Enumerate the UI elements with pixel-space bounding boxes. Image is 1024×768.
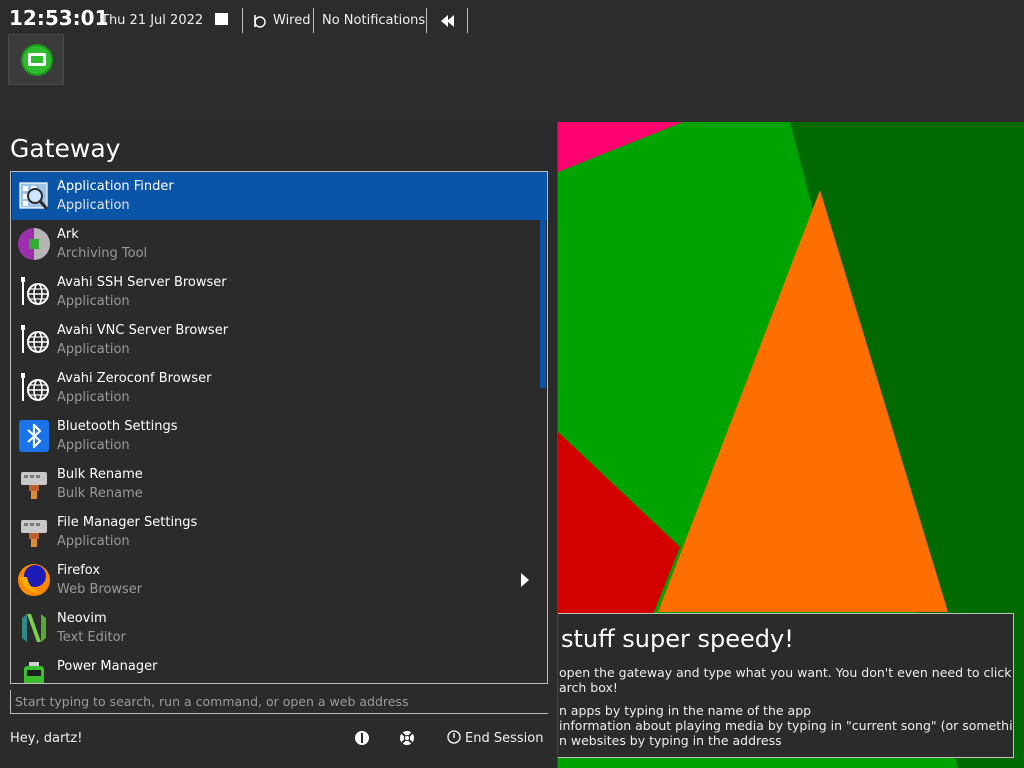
- item-category: Application: [57, 342, 130, 357]
- neovim-icon: [22, 614, 46, 642]
- item-name: Neovim: [57, 611, 107, 626]
- tips-card: stuff super speedy! open the gateway and…: [556, 613, 1014, 758]
- item-name: Bluetooth Settings: [57, 419, 178, 434]
- power-info-icon: [447, 730, 461, 744]
- help-lifebuoy-icon[interactable]: [399, 730, 415, 746]
- tips-line: n apps by typing in the name of the app: [559, 703, 812, 718]
- scrollbar[interactable]: [540, 220, 546, 388]
- item-category: Web Browser: [57, 582, 143, 597]
- item-name: Firefox: [57, 563, 101, 578]
- app-list[interactable]: Application Finder Application Ark Archi…: [10, 171, 548, 684]
- tips-title: stuff super speedy!: [561, 625, 794, 653]
- tips-line: open the gateway and type what you want.…: [559, 665, 1014, 680]
- item-category: Bulk Rename: [57, 486, 143, 501]
- network-label[interactable]: Wired: [273, 13, 311, 28]
- item-name: File Manager Settings: [57, 515, 198, 530]
- list-item-application-finder[interactable]: Application Finder Application: [12, 172, 547, 220]
- panel-separator: [426, 8, 427, 33]
- item-category: Application: [57, 390, 130, 405]
- globe-icon: [21, 277, 49, 305]
- file-manager-settings-icon: [21, 520, 47, 547]
- globe-icon: [21, 373, 49, 401]
- app-finder-icon: [19, 182, 49, 210]
- item-category: Archiving Tool: [57, 246, 148, 261]
- notifications-label[interactable]: No Notifications: [322, 13, 425, 28]
- list-item-file-manager-settings[interactable]: File Manager Settings Application: [12, 508, 540, 556]
- item-name: Application Finder: [57, 179, 174, 194]
- item-category: Application: [57, 534, 130, 549]
- firefox-icon: [18, 564, 50, 596]
- item-name: Bulk Rename: [57, 467, 143, 482]
- item-category: Application: [57, 294, 130, 309]
- item-name: Avahi VNC Server Browser: [57, 323, 229, 338]
- info-icon[interactable]: [354, 730, 370, 746]
- battery-icon: [24, 662, 44, 683]
- list-item-firefox[interactable]: Firefox Web Browser: [12, 556, 540, 604]
- launcher-button[interactable]: [8, 34, 64, 85]
- tips-line: arch box!: [559, 680, 618, 695]
- top-panel: 12:53:01 Thu 21 Jul 2022 Wired No Notifi…: [0, 0, 1024, 123]
- item-name: Power Manager: [57, 659, 158, 674]
- panel-separator: [467, 8, 468, 33]
- gateway-menu: Gateway Application Finder Application A…: [0, 122, 558, 768]
- message-icon[interactable]: [215, 13, 229, 27]
- item-category: Text Editor: [57, 630, 126, 645]
- list-item-power-manager[interactable]: Power Manager: [12, 652, 540, 683]
- list-item-bulk-rename[interactable]: Bulk Rename Bulk Rename: [12, 460, 540, 508]
- ark-icon: [18, 228, 50, 260]
- network-icon[interactable]: [252, 13, 268, 29]
- list-item-avahi-ssh[interactable]: Avahi SSH Server Browser Application: [12, 268, 540, 316]
- list-item-avahi-zeroconf[interactable]: Avahi Zeroconf Browser Application: [12, 364, 540, 412]
- list-item-avahi-vnc[interactable]: Avahi VNC Server Browser Application: [12, 316, 540, 364]
- submenu-arrow-icon[interactable]: [521, 573, 529, 587]
- greeting: Hey, dartz!: [10, 731, 83, 746]
- end-session-button[interactable]: End Session: [447, 730, 543, 746]
- search-input[interactable]: [10, 690, 548, 714]
- bulk-rename-icon: [21, 472, 47, 499]
- bluetooth-icon: [19, 420, 49, 452]
- menu-title: Gateway: [10, 134, 121, 163]
- item-name: Ark: [57, 227, 79, 242]
- item-category: Application: [57, 198, 130, 213]
- end-session-label: End Session: [465, 731, 544, 746]
- panel-separator: [242, 8, 243, 33]
- tips-line: n websites by typing in the address: [559, 733, 782, 748]
- item-name: Avahi Zeroconf Browser: [57, 371, 212, 386]
- list-item-ark[interactable]: Ark Archiving Tool: [12, 220, 540, 268]
- panel-separator: [313, 8, 314, 33]
- date[interactable]: Thu 21 Jul 2022: [101, 13, 203, 28]
- item-category: Application: [57, 438, 130, 453]
- clock[interactable]: 12:53:01: [9, 6, 109, 30]
- launcher-icon: [21, 44, 53, 76]
- list-item-bluetooth-settings[interactable]: Bluetooth Settings Application: [12, 412, 540, 460]
- list-item-neovim[interactable]: Neovim Text Editor: [12, 604, 540, 652]
- globe-icon: [21, 325, 49, 353]
- item-name: Avahi SSH Server Browser: [57, 275, 227, 290]
- tips-line: information about playing media by typin…: [559, 718, 1014, 733]
- volume-mute-icon[interactable]: [441, 15, 455, 27]
